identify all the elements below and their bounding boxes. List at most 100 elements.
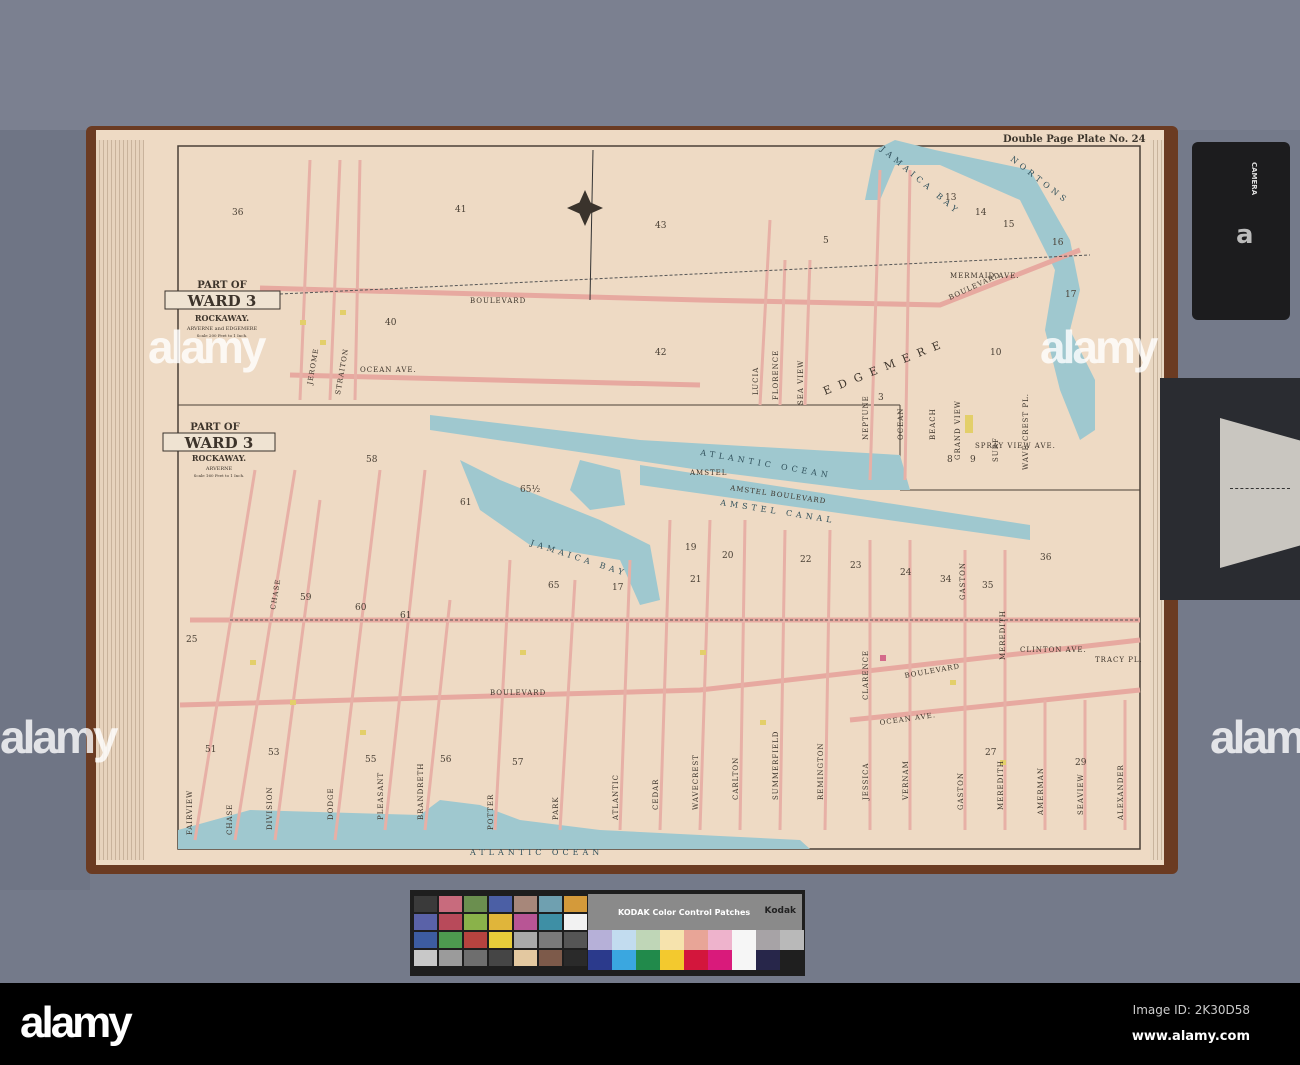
street-label: OCEAN AVE. [360, 366, 417, 374]
map-label: ATLANTIC [612, 774, 620, 821]
map-label: 58 [366, 455, 378, 465]
map-label: DODGE [327, 787, 335, 820]
map-label: OCEAN [897, 408, 905, 440]
map-label: 61 [460, 498, 471, 508]
map-label: 34 [940, 575, 952, 585]
map-label: 5 [823, 236, 829, 246]
map-label: MEREDITH [997, 760, 1005, 810]
map-label: 59 [300, 593, 312, 603]
map-label: VERNAM [902, 760, 910, 801]
street-label: BOULEVARD [490, 689, 546, 697]
street-label: SPRAY VIEW AVE. [975, 442, 1056, 450]
camera-label: CAMERA [1250, 162, 1258, 196]
street-label: MERMAID AVE. [950, 272, 1019, 280]
map-label: 3 [878, 393, 884, 403]
map-label: WAVE CREST PL. [1022, 393, 1030, 470]
map-label: WARD 3 [184, 434, 254, 452]
map-label: 13 [945, 193, 957, 203]
map-label: 56 [440, 755, 452, 765]
map-label: GRAND VIEW [954, 400, 962, 460]
map-label: 8 [947, 455, 953, 465]
map-label: 36 [1040, 553, 1052, 563]
island-water [570, 460, 625, 510]
plate-title: Double Page Plate No. 24 [1003, 134, 1146, 145]
map-label: PLEASANT [377, 772, 385, 820]
map-label: FLORENCE [772, 350, 780, 400]
street-label: CLINTON AVE. [1020, 646, 1087, 654]
street-label: BOULEVARD [470, 297, 526, 305]
map-label: 22 [800, 555, 811, 565]
map-label: GASTON [957, 772, 965, 810]
map-label: CHASE [269, 578, 282, 610]
map-label: 23 [850, 561, 862, 571]
map-label: DIVISION [266, 786, 274, 830]
map-label: FAIRVIEW [186, 790, 194, 835]
map-label: CLARENCE [862, 650, 870, 700]
footer-band: alamy Image ID: 2K30D58 www.alamy.com [0, 983, 1300, 1065]
map-label: 35 [982, 581, 994, 591]
map-label: ARVERNE [205, 466, 233, 472]
map-label: ROCKAWAY. [192, 453, 246, 463]
color-patch-grid [414, 896, 587, 966]
alamy-logo: alamy [20, 998, 133, 1047]
map-label: 24 [900, 568, 912, 578]
map-label: BEACH [929, 408, 937, 440]
map-label: SURF [992, 437, 1000, 462]
map-label: 40 [385, 318, 397, 328]
map-label: STRAITON [334, 348, 350, 396]
map-label: 20 [722, 551, 734, 561]
street-label: EDGEMERE [821, 336, 949, 398]
image-id: Image ID: 2K30D58 [1132, 1003, 1250, 1017]
map-label: Scale 160 Feet to 1 Inch. [194, 473, 245, 478]
map-label: PARK [552, 796, 560, 820]
map-label: BRANDRETH [417, 763, 425, 820]
compass-rose-icon [567, 190, 603, 226]
map-label: 15 [1003, 220, 1015, 230]
kodak-strip: KODAK Color Control Patches Kodak [588, 894, 804, 970]
map-label: SEA VIEW [797, 360, 805, 405]
camera-device: CAMERA a [1192, 142, 1290, 320]
map-label: AMERMAN [1037, 767, 1045, 816]
map-label: 60 [355, 603, 367, 613]
map-label: 36 [232, 208, 244, 218]
watermark: alamy [1210, 711, 1300, 763]
map-label: JEROME [306, 347, 321, 386]
map-label: 25 [186, 635, 198, 645]
map-frame [177, 145, 1141, 850]
street-label: TRACY PL. [1095, 656, 1143, 664]
cartouche-lower: PART OF WARD 3 ROCKAWAY. ARVERNE Scale 1… [162, 422, 276, 478]
map-label: 21 [690, 575, 701, 585]
map-label: 14 [975, 208, 987, 218]
map-label: ALEXANDER [1117, 764, 1125, 821]
map-label: 65 [548, 581, 560, 591]
kodak-title: KODAK Color Control Patches [618, 908, 751, 917]
map-label: CHASE [226, 804, 234, 835]
map-label: WAVECREST [692, 754, 700, 810]
map-label: 53 [268, 748, 280, 758]
kodak-brand: Kodak [764, 906, 797, 916]
map-label: 43 [655, 221, 667, 231]
street-label: AMSTEL [689, 469, 727, 477]
map-label: WARD 3 [187, 292, 257, 310]
watermark: alamy [148, 321, 266, 373]
map-label: SEAVIEW [1077, 773, 1085, 815]
map-label: LUCIA [752, 367, 760, 395]
map-label: 42 [655, 348, 666, 358]
map-label: CEDAR [652, 779, 660, 810]
kodak-color-checker: KODAK Color Control Patches Kodak [410, 890, 805, 976]
watermark: alamy [0, 711, 118, 763]
avenues [193, 159, 1127, 841]
map-label: GASTON [959, 562, 967, 600]
map-label: SUMMERFIELD [772, 731, 780, 800]
map-label: 65½ [520, 484, 540, 495]
map-label: 17 [1065, 290, 1077, 300]
map-label: POTTER [487, 794, 495, 830]
map-label: NEPTUNE [862, 395, 870, 440]
map-label: 29 [1075, 758, 1087, 768]
map-label: 17 [612, 583, 624, 593]
map-label: 41 [455, 205, 466, 215]
map-label: JESSICA [862, 762, 870, 801]
watermark: alamy [1040, 321, 1158, 373]
map-label: MEREDITH [999, 610, 1007, 660]
site-url[interactable]: www.alamy.com [1132, 1029, 1250, 1044]
